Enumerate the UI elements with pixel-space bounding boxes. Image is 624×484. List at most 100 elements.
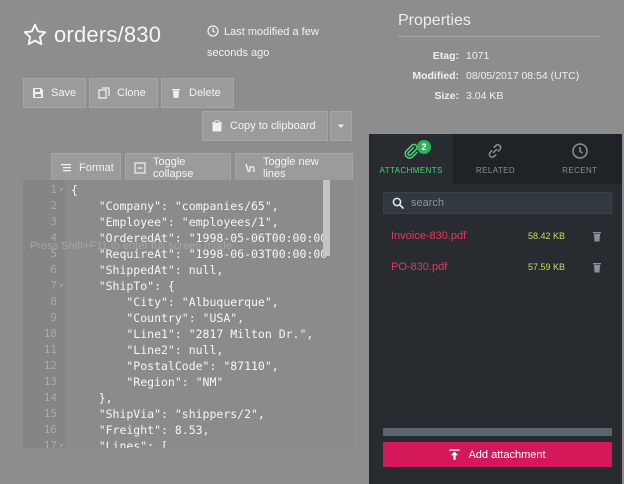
search-icon [392,197,404,209]
caret-down-icon [338,124,344,128]
panel-horizontal-scrollbar[interactable] [383,428,612,436]
tab-related[interactable]: RELATED [453,134,537,184]
code-line[interactable]: 3 "Employee": "employees/1", [23,214,353,230]
code-line[interactable]: 15 "ShipVia": "shippers/2", [23,406,353,422]
properties-list: Etag: 1071 Modified: 08/05/2017 08:54 (U… [398,46,579,106]
attachment-name[interactable]: Invoice-830.pdf [391,230,466,242]
json-editor[interactable]: 1 ▾{2 "Company": "companies/65", 3 "Employ… [23,180,353,448]
toggle-collapse-label: Toggle collapse [153,156,194,180]
attachment-row[interactable]: PO-830.pdf 57.59 KB [391,259,606,275]
code-text: "RequireAt": "1998-06-03T00:00:00 [71,247,328,261]
line-number: 4 [50,231,57,244]
tab-label: RECENT [562,166,598,175]
properties-title: Properties [398,12,471,29]
line-number: 1 [50,183,57,196]
clock-icon [572,143,588,159]
code-text: "PostalCode": "87110", [71,359,279,373]
fold-toggle-icon[interactable]: ▾ [59,182,64,198]
code-text: "Employee": "employees/1", [71,215,279,229]
code-line[interactable]: 16 "Freight": 8.53, [23,422,353,438]
code-line[interactable]: 8 "City": "Albuquerque", [23,294,353,310]
line-number: 3 [50,215,57,228]
attachments-count-badge: 2 [417,140,431,154]
line-number: 17 [43,439,57,448]
property-key: Etag: [432,50,459,62]
newline-icon [245,163,255,173]
code-line[interactable]: 9 "Country": "USA", [23,310,353,326]
code-line[interactable]: 10 "Line1": "2817 Milton Dr.", [23,326,353,342]
code-text: "Company": "companies/65", [71,199,279,213]
panel-tabs: 2 ATTACHMENTS RELATED RECENT [369,134,622,184]
line-number: 14 [43,391,57,404]
toggle-collapse-button[interactable]: Toggle collapse [125,153,231,183]
tab-label: ATTACHMENTS [379,166,443,175]
code-line[interactable]: 6 "ShippedAt": null, [23,262,353,278]
code-line[interactable]: 13 "Region": "NM" [23,374,353,390]
attachments-search[interactable] [383,192,612,214]
attachment-row[interactable]: Invoice-830.pdf 58.42 KB [391,228,606,244]
tab-attachments[interactable]: 2 ATTACHMENTS [369,134,454,184]
attachment-name[interactable]: PO-830.pdf [391,261,447,273]
last-modified: Last modified a few seconds ago [207,22,357,64]
code-line[interactable]: 2 "Company": "companies/65", [23,198,353,214]
fold-toggle-icon[interactable]: ▾ [59,278,64,294]
delete-label: Delete [189,87,221,99]
code-line[interactable]: 14 }, [23,390,353,406]
code-text: "City": "Albuquerque", [71,295,279,309]
copy-options-dropdown[interactable] [330,111,352,141]
code-line[interactable]: 5 "RequireAt": "1998-06-03T00:00:00 [23,246,353,262]
attachments-panel: 2 ATTACHMENTS RELATED RECENT Invoice-830… [369,134,622,484]
code-line[interactable]: 1 ▾ { [23,182,353,198]
format-label: Format [79,162,114,174]
code-text: "Region": "NM" [71,375,224,389]
code-line[interactable]: 11 "Line2": null, [23,342,353,358]
add-attachment-button[interactable]: Add attachment [383,442,612,467]
property-size: Size: 3.04 KB [398,86,579,106]
line-number: 6 [50,263,57,276]
clock-icon [207,25,219,37]
code-text: "OrderedAt": "1998-05-06T00:00:00 [71,231,328,245]
line-number: 10 [43,327,57,340]
trash-icon[interactable] [592,262,602,273]
clone-icon [98,87,110,99]
line-number: 11 [43,343,57,356]
property-key: Modified: [412,70,459,82]
code-line[interactable]: 17 ▾ "Lines": [ [23,438,353,448]
code-line[interactable]: 12 "PostalCode": "87110", [23,358,353,374]
code-line[interactable]: 4 "OrderedAt": "1998-05-06T00:00:00 [23,230,353,246]
document-title: orders/830 [22,22,161,48]
property-value: 3.04 KB [466,90,504,102]
add-attachment-label: Add attachment [468,448,546,461]
code-text: "Country": "USA", [71,311,245,325]
property-etag: Etag: 1071 [398,46,579,66]
collapse-icon [134,162,146,174]
toggle-new-lines-button[interactable]: Toggle new lines [235,153,353,183]
code-text: "ShipVia": "shippers/2", [71,407,265,421]
line-number: 12 [43,359,57,372]
line-number: 13 [43,375,57,388]
clipboard-icon [212,120,222,132]
tab-label: RELATED [475,166,516,175]
format-button[interactable]: Format [51,153,121,183]
save-label: Save [51,87,77,99]
save-icon [33,88,43,98]
clone-button[interactable]: Clone [89,78,158,108]
code-text: "Line2": null, [71,343,224,357]
code-text: "Lines": [ [71,439,168,448]
code-text: "ShipTo": { [71,279,175,293]
copy-to-clipboard-button[interactable]: Copy to clipboard [202,111,328,141]
delete-button[interactable]: Delete [161,78,234,108]
code-line[interactable]: 7 ▾ "ShipTo": { [23,278,353,294]
search-input[interactable] [411,197,601,209]
editor-scrollbar[interactable] [323,180,330,256]
trash-icon[interactable] [592,231,602,242]
fold-toggle-icon[interactable]: ▾ [59,438,64,448]
tab-recent[interactable]: RECENT [538,134,622,184]
format-icon [61,164,71,172]
line-number: 9 [50,311,57,324]
star-icon[interactable] [22,22,48,48]
properties-divider [398,36,600,37]
code-text: }, [71,391,113,405]
copy-label: Copy to clipboard [230,120,316,132]
save-button[interactable]: Save [23,78,86,108]
